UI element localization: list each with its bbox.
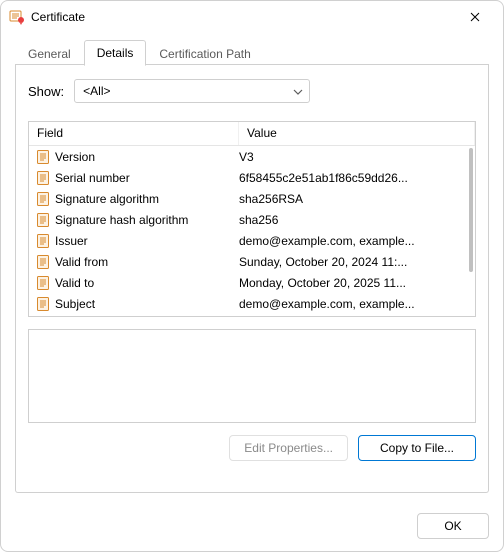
cell-field: Subject: [35, 296, 239, 312]
copy-to-file-button[interactable]: Copy to File...: [358, 435, 476, 461]
details-tabpanel: Show: <All> Field Value Version V3 Serial …: [15, 65, 489, 493]
window-title: Certificate: [31, 10, 453, 24]
cell-field: Signature algorithm: [35, 191, 239, 207]
title-bar: Certificate: [1, 1, 503, 33]
cell-field: Serial number: [35, 170, 239, 186]
list-row[interactable]: Issuer demo@example.com, example...: [29, 230, 475, 251]
property-icon: [35, 191, 51, 207]
cell-field: Valid to: [35, 275, 239, 291]
cell-field-text: Valid to: [55, 276, 94, 290]
property-icon: [35, 149, 51, 165]
cell-field-text: Signature algorithm: [55, 192, 159, 206]
cell-field-text: Serial number: [55, 171, 130, 185]
list-row[interactable]: Signature algorithm sha256RSA: [29, 188, 475, 209]
cell-field-text: Issuer: [55, 234, 88, 248]
cell-value: 6f58455c2e51ab1f86c59dd26...: [239, 171, 471, 185]
show-dropdown-value: <All>: [83, 84, 110, 98]
panel-button-row: Edit Properties... Copy to File...: [28, 435, 476, 461]
property-icon: [35, 296, 51, 312]
certificate-dialog: Certificate General Details Certificatio…: [0, 0, 504, 552]
list-row[interactable]: Subject demo@example.com, example...: [29, 293, 475, 314]
property-icon: [35, 275, 51, 291]
scrollbar-thumb[interactable]: [469, 148, 473, 272]
tab-details[interactable]: Details: [84, 40, 147, 66]
property-icon: [35, 170, 51, 186]
tab-general[interactable]: General: [15, 41, 84, 66]
list-row[interactable]: Signature hash algorithm sha256: [29, 209, 475, 230]
cell-field-text: Valid from: [55, 255, 108, 269]
cell-value: sha256: [239, 213, 471, 227]
cell-field-text: Version: [55, 150, 95, 164]
cell-value: Monday, October 20, 2025 11...: [239, 276, 471, 290]
listview-body: Version V3 Serial number 6f58455c2e51ab1f86…: [29, 146, 475, 316]
certificate-icon: [9, 9, 25, 25]
list-row[interactable]: Serial number 6f58455c2e51ab1f86c59dd26..…: [29, 167, 475, 188]
cell-value: V3: [239, 150, 471, 164]
detail-textbox[interactable]: [28, 329, 476, 423]
tab-certification-path[interactable]: Certification Path: [146, 41, 263, 66]
cell-field: Valid from: [35, 254, 239, 270]
cell-value: sha256RSA: [239, 192, 471, 206]
dialog-footer: OK: [1, 505, 503, 551]
fields-listview[interactable]: Field Value Version V3 Serial number 6f5845…: [28, 121, 476, 317]
cell-value: demo@example.com, example...: [239, 234, 471, 248]
list-row[interactable]: Valid to Monday, October 20, 2025 11...: [29, 272, 475, 293]
show-row: Show: <All>: [28, 79, 476, 103]
cell-field-text: Subject: [55, 297, 95, 311]
property-icon: [35, 212, 51, 228]
tab-strip: General Details Certification Path: [15, 39, 489, 65]
edit-properties-button: Edit Properties...: [229, 435, 348, 461]
cell-field: Issuer: [35, 233, 239, 249]
list-row[interactable]: Version V3: [29, 146, 475, 167]
cell-field: Version: [35, 149, 239, 165]
chevron-down-icon: [293, 84, 303, 98]
column-header-field[interactable]: Field: [29, 122, 239, 145]
cell-field-text: Signature hash algorithm: [55, 213, 188, 227]
show-dropdown[interactable]: <All>: [74, 79, 310, 103]
property-icon: [35, 233, 51, 249]
column-header-value[interactable]: Value: [239, 122, 475, 145]
cell-value: demo@example.com, example...: [239, 297, 471, 311]
property-icon: [35, 254, 51, 270]
cell-field: Signature hash algorithm: [35, 212, 239, 228]
dialog-body: General Details Certification Path Show:…: [1, 33, 503, 505]
listview-header: Field Value: [29, 122, 475, 146]
close-button[interactable]: [453, 3, 497, 31]
ok-button[interactable]: OK: [417, 513, 489, 539]
show-label: Show:: [28, 84, 64, 99]
list-row[interactable]: Valid from Sunday, October 20, 2024 11:..…: [29, 251, 475, 272]
cell-value: Sunday, October 20, 2024 11:...: [239, 255, 471, 269]
